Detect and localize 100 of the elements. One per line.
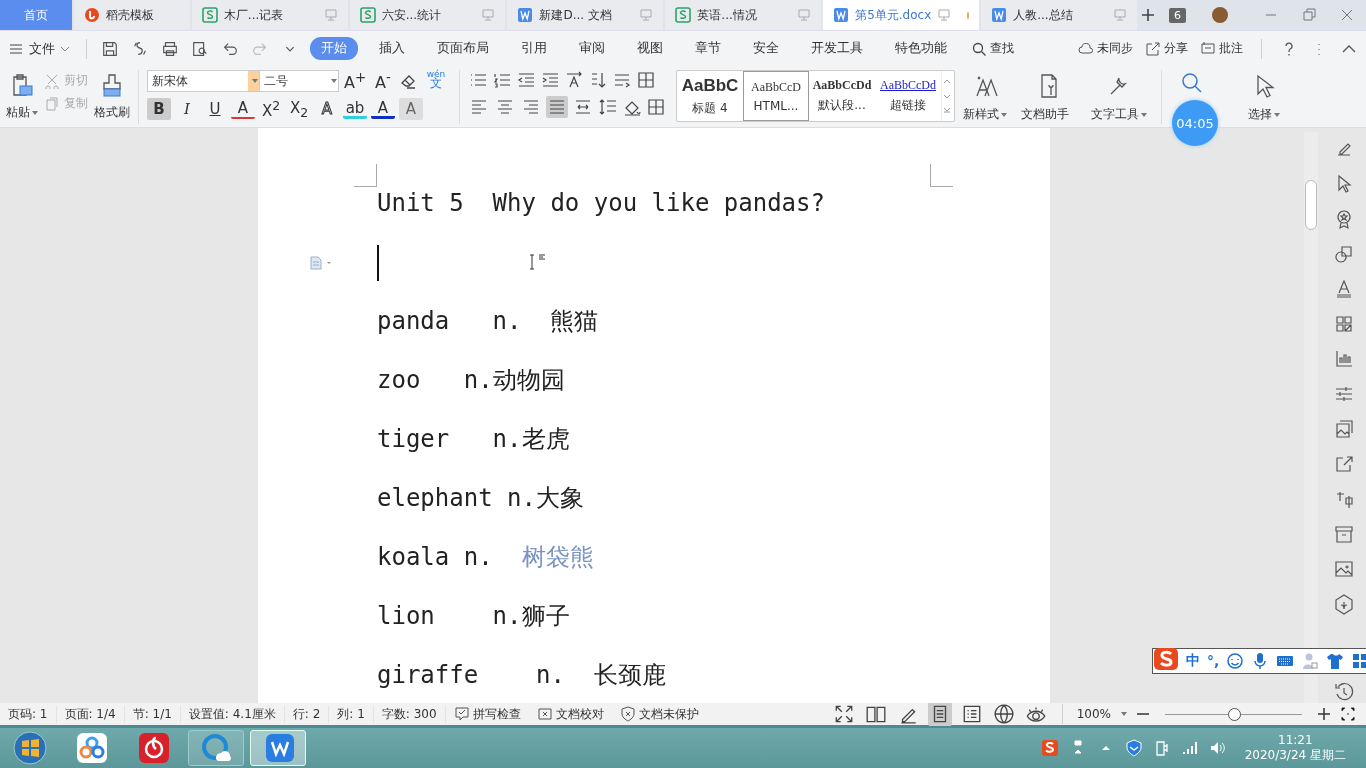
taskbar-app[interactable]	[188, 730, 244, 766]
vocabulary-meaning: 熊猫	[550, 306, 599, 337]
ribbon-tab[interactable]: 开发工具	[800, 37, 874, 60]
save-icon[interactable]	[101, 39, 119, 58]
ribbon-tool-button[interactable]: 文档助手	[1015, 70, 1083, 123]
page-icon[interactable]	[927, 702, 952, 726]
format-button[interactable]: X$_{2}$	[287, 98, 311, 120]
search-button[interactable]: 查找	[971, 40, 1014, 57]
vocabulary-meaning: 大象	[535, 483, 584, 514]
comment-icon	[1200, 40, 1216, 57]
punctuation-mode[interactable]: °,	[1207, 653, 1220, 669]
plus-icon[interactable]	[1139, 6, 1157, 24]
pinyin-button[interactable]: wén 文	[421, 70, 451, 92]
status-item: 页面: 1/4	[56, 705, 125, 723]
input-method-bar[interactable]: 中 °,	[1152, 648, 1366, 674]
font-size-field[interactable]: 二号	[259, 70, 339, 92]
document-tab[interactable]: 六安...统计	[349, 0, 506, 30]
share-button[interactable]: 分享	[1145, 40, 1188, 57]
chart-icon[interactable]	[1333, 348, 1355, 370]
style-swatch[interactable]: AaBbCcDd 默认段...	[809, 71, 875, 121]
format-button[interactable]: I	[175, 98, 199, 120]
vertical-scrollbar[interactable]	[1304, 132, 1318, 703]
style-swatch[interactable]: AaBbC 标题 4	[677, 71, 743, 121]
caret-icon[interactable]	[1121, 712, 1127, 716]
ribbon-tab[interactable]: 视图	[626, 37, 674, 60]
status-item: 字数: 300	[373, 705, 446, 723]
spacing-icon[interactable]	[564, 70, 584, 90]
document-tab[interactable]: 人教...总结	[981, 0, 1137, 30]
preview-icon[interactable]	[191, 39, 209, 58]
document-tab[interactable]: 新建D... 文档	[507, 0, 664, 30]
document-tab[interactable]: 木厂...记表	[191, 0, 348, 30]
format-button[interactable]: A	[231, 99, 255, 119]
format-button[interactable]: U	[203, 98, 227, 120]
vocabulary-meaning: 老虎	[521, 424, 570, 455]
format-button[interactable]: A	[399, 98, 423, 120]
corner-mark	[930, 164, 953, 187]
status-tool-button[interactable]: 文档校对	[528, 705, 612, 723]
file-menu[interactable]: 文件	[8, 39, 70, 58]
input-logo-icon	[1153, 647, 1179, 671]
zoom-in-icon[interactable]	[1316, 706, 1332, 722]
document-tab[interactable]: 英语...情况	[665, 0, 822, 30]
format-painter-button[interactable]: 格式刷	[94, 70, 130, 121]
ribbon-tab[interactable]: 审阅	[568, 37, 616, 60]
table-icon[interactable]	[636, 70, 656, 90]
hexagon-icon[interactable]	[1333, 593, 1355, 615]
paste-button[interactable]: 粘贴	[6, 70, 38, 121]
line-spacing-icon[interactable]	[598, 97, 618, 117]
format-button[interactable]: ab	[343, 99, 367, 119]
ribbon-tab[interactable]: 插入	[368, 37, 416, 60]
format-button[interactable]: B	[147, 98, 171, 120]
ribbon-tool-button[interactable]: 文字工具	[1085, 70, 1153, 123]
font-size-button[interactable]: A$^{+}$	[343, 70, 367, 92]
vocabulary-meaning: 狮子	[521, 601, 570, 632]
history-icon[interactable]	[1333, 681, 1355, 703]
status-tool-button[interactable]: 拼写检查	[445, 705, 529, 723]
style-swatch[interactable]: AaBbCcD HTML...	[743, 71, 809, 121]
document-tab[interactable]: 第5单元.docx	[823, 0, 980, 30]
start-button[interactable]	[12, 730, 48, 766]
signal-icon[interactable]	[1180, 739, 1199, 757]
share-icon[interactable]	[1333, 453, 1355, 475]
font-size-button[interactable]: A$^{-}$	[371, 70, 395, 92]
comment-button[interactable]: 批注	[1200, 40, 1243, 57]
ribbon-tab[interactable]: 安全	[742, 37, 790, 60]
vocabulary-term: giraffe n.	[377, 660, 566, 691]
document-tab[interactable]: 稻壳模板	[73, 0, 190, 30]
shirt-icon[interactable]	[1326, 652, 1345, 670]
print-icon[interactable]	[161, 39, 179, 58]
avatar[interactable]	[1212, 7, 1228, 23]
borders-icon[interactable]	[646, 97, 666, 117]
align-button[interactable]	[546, 96, 568, 118]
ribbon-tab[interactable]: 特色功能	[884, 37, 958, 60]
format-button[interactable]: A	[315, 98, 339, 120]
ribbon-tool-button[interactable]: 新样式	[957, 70, 1013, 123]
shield-icon[interactable]	[1124, 739, 1143, 757]
select-button[interactable]: 选择	[1242, 70, 1286, 123]
fit-icon[interactable]	[1340, 706, 1356, 722]
grid-icon[interactable]	[1351, 652, 1366, 670]
ribbon-tab[interactable]: 章节	[684, 37, 732, 60]
spreadsheet-icon	[201, 7, 218, 23]
document-icon	[517, 7, 534, 23]
input-mode[interactable]: 中	[1186, 652, 1200, 670]
style-swatch[interactable]: AaBbCcDd 超链接	[875, 71, 941, 121]
restore-icon[interactable]	[1300, 6, 1318, 24]
outdent-icon[interactable]	[516, 70, 536, 90]
input-logo-icon[interactable]	[1040, 739, 1059, 757]
sync-button[interactable]: 未同步	[1078, 40, 1133, 57]
status-tool-button[interactable]: 文档未保护	[611, 705, 707, 723]
smiley-icon[interactable]	[1226, 652, 1245, 670]
images-icon[interactable]	[1333, 418, 1355, 440]
tab-count[interactable]: 6	[1169, 7, 1186, 23]
shapes-icon[interactable]	[1333, 243, 1355, 265]
image-icon[interactable]	[1333, 558, 1355, 580]
zoom-dropdown[interactable]: 100%	[1076, 707, 1111, 721]
ribbon-tab[interactable]: 页面布局	[426, 37, 500, 60]
ribbon-tab[interactable]: 引用	[510, 37, 558, 60]
format-button[interactable]: A	[371, 99, 395, 119]
grid-icon[interactable]	[1333, 313, 1355, 335]
format-button[interactable]: X$^{2}$	[259, 98, 283, 120]
font-name-field[interactable]: 新宋体	[147, 70, 260, 92]
archive-icon[interactable]	[1333, 523, 1355, 545]
